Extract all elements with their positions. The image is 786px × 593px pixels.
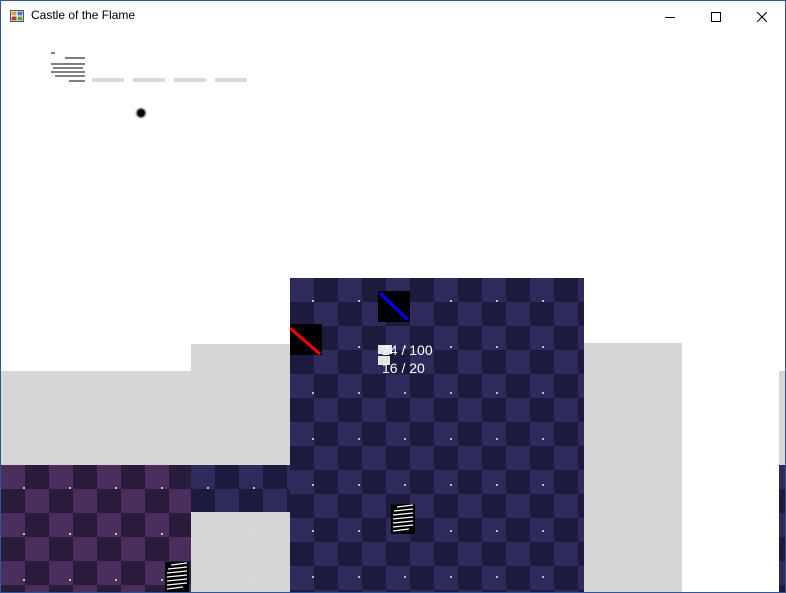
window-title: Castle of the Flame [31,8,136,22]
red-marker-icon [290,324,322,355]
close-icon [757,11,767,22]
game-window: Castle of the Flame 24 / 100 16 / 20 [0,0,786,593]
stairs-icon [391,504,415,534]
maximize-icon [711,11,721,22]
minimize-button[interactable] [647,1,693,32]
maximize-button[interactable] [693,1,739,32]
hud-bar [133,78,165,82]
game-canvas[interactable]: 24 / 100 16 / 20 [1,32,785,592]
hud-status-glyph [51,52,85,82]
blue-marker-icon [378,291,410,322]
floor-room-right [779,465,785,592]
cursor-dot [135,107,147,119]
hud-bar [174,78,206,82]
floor-grid [1,465,290,592]
wall-left-upper [191,344,290,371]
mp-readout: 16 / 20 [382,360,425,376]
app-icon [10,10,24,22]
wall-left [1,371,290,465]
close-button[interactable] [739,1,785,32]
minimize-icon [665,16,675,18]
hud-bar [92,78,124,82]
wall-far-right [779,371,785,465]
wall-right [584,343,682,592]
hp-readout: 24 / 100 [382,342,433,358]
hud-bar [215,78,247,82]
floor-grid [290,278,584,592]
title-bar[interactable]: Castle of the Flame [1,1,785,32]
stairs-icon [165,562,189,592]
